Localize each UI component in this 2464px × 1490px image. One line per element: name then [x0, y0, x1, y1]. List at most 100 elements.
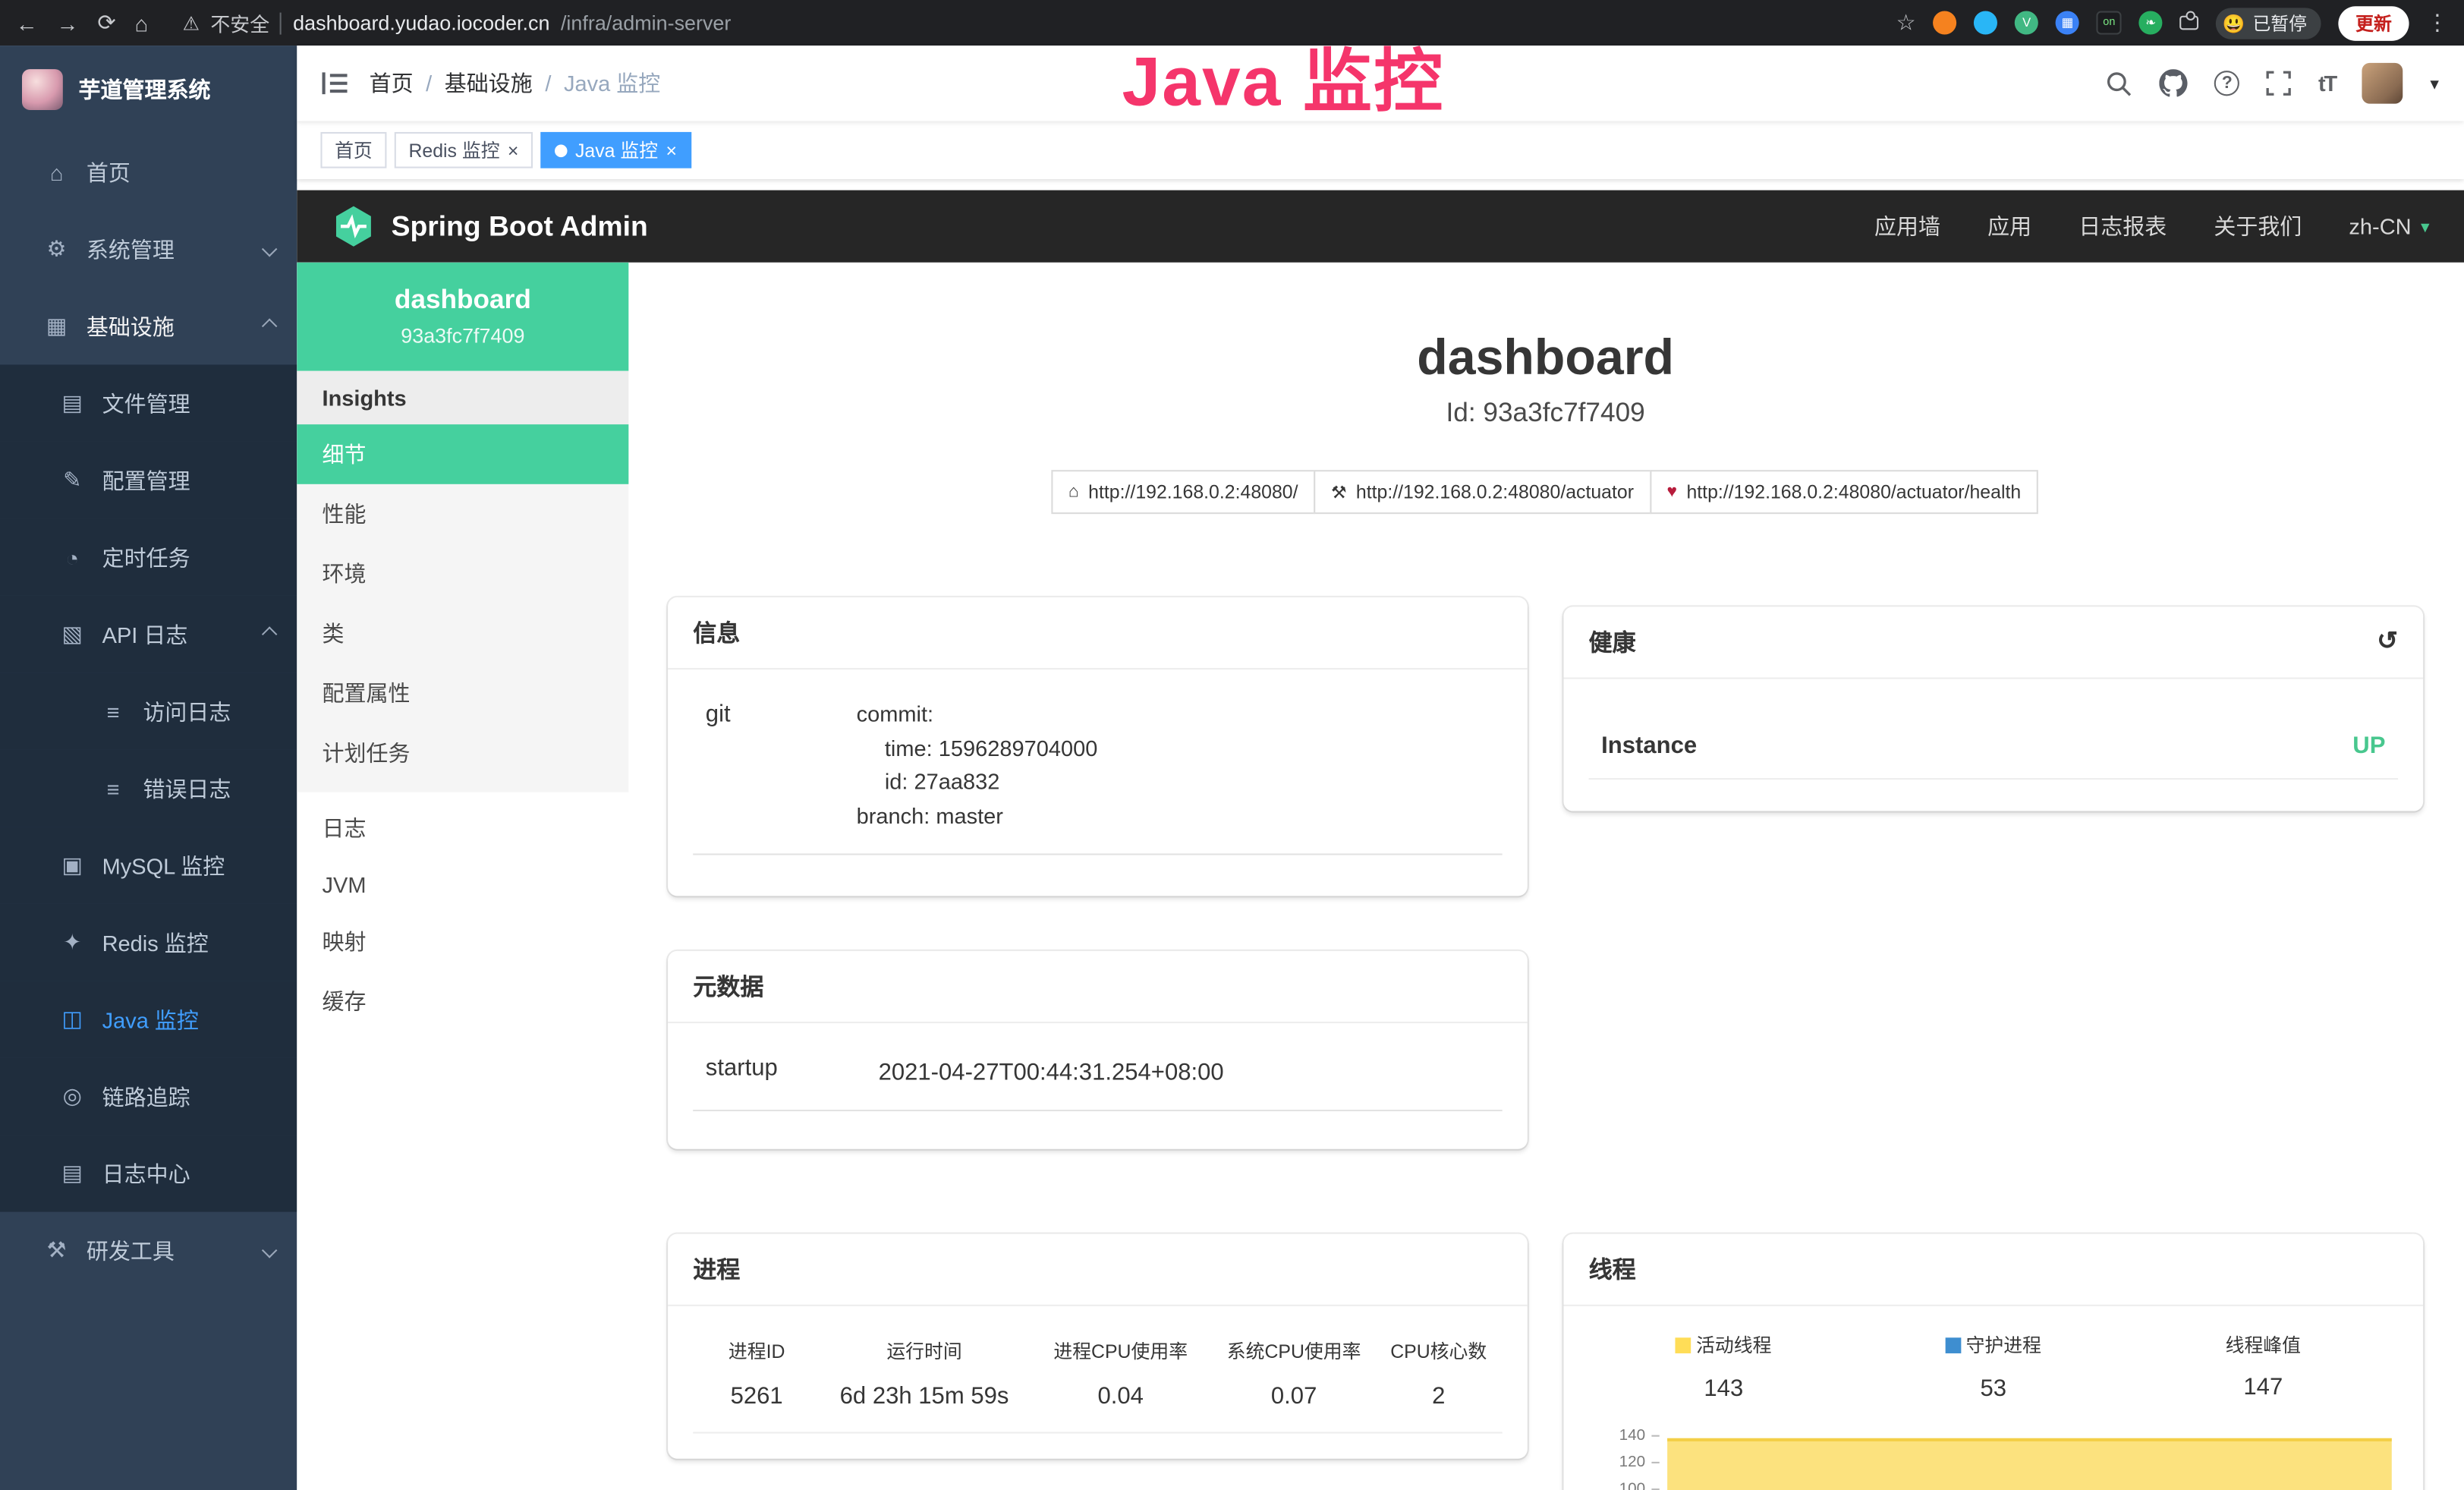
vue-devtools-icon[interactable]: V: [2015, 11, 2038, 34]
actuator-url-link[interactable]: ⚒ http://192.168.0.2:48080/actuator: [1314, 470, 1651, 514]
redis-icon: ✦: [60, 929, 85, 956]
chevron-up-icon: [262, 318, 277, 333]
sba-item-details[interactable]: 细节: [297, 424, 628, 484]
paused-badge[interactable]: 😃 已暂停: [2216, 7, 2321, 38]
chrome-update-button[interactable]: 更新: [2338, 5, 2409, 40]
yudao-sidebar: 芋道管理系统 ⌂ 首页 ⚙ 系统管理 ▦ 基础设施 ▤ 文件管理 ✎: [0, 46, 297, 1490]
nav-about[interactable]: 关于我们: [2214, 210, 2302, 241]
blue-swatch-icon: [1946, 1337, 1962, 1353]
sidebar-item-mysql-monitor[interactable]: ▣ MySQL 监控: [0, 827, 297, 903]
instance-id-line: Id: 93a3fc7f7409: [668, 398, 2423, 429]
tab-java-monitor[interactable]: Java 监控 ×: [540, 132, 691, 169]
sidebar-item-label: 基础设施: [87, 310, 175, 342]
y-tick: 100: [1598, 1480, 1645, 1490]
nav-journal[interactable]: 日志报表: [2079, 210, 2167, 241]
search-icon[interactable]: [2106, 70, 2132, 96]
orange-extension-icon[interactable]: [1933, 11, 1956, 34]
sba-item-environment[interactable]: 环境: [297, 543, 628, 603]
sidebar-item-label: API 日志: [102, 619, 188, 650]
sba-item-classes[interactable]: 类: [297, 603, 628, 663]
document-icon: ▤: [60, 1160, 85, 1186]
tab-home[interactable]: 首页: [320, 132, 386, 169]
fullscreen-icon[interactable]: [2267, 71, 2292, 96]
close-icon[interactable]: ×: [508, 139, 519, 161]
help-icon[interactable]: ?: [2214, 71, 2239, 96]
sidebar-item-file-mgmt[interactable]: ▤ 文件管理: [0, 364, 297, 441]
browser-home-icon[interactable]: ⌂: [135, 10, 149, 35]
blue-extension-icon[interactable]: [1974, 11, 1997, 34]
threads-legend: 活动线程 143 守护进程 53 线程峰值: [1589, 1331, 2398, 1401]
sidebar-item-label: Redis 监控: [102, 927, 209, 958]
app-logo[interactable]: 芋道管理系统: [0, 46, 297, 134]
col-value: 6d 23h 15m 59s: [826, 1383, 1021, 1410]
health-card: 健康 ↺ Instance UP: [1563, 606, 2423, 811]
avatar-caret-icon[interactable]: ▾: [2430, 73, 2438, 93]
chevron-down-icon: ▾: [2421, 216, 2429, 237]
sidebar-item-system-mgmt[interactable]: ⚙ 系统管理: [0, 210, 297, 287]
sidebar-item-api-logs[interactable]: ▧ API 日志: [0, 596, 297, 673]
sidebar-item-dev-tools[interactable]: ⚒ 研发工具: [0, 1212, 297, 1289]
address-bar[interactable]: ⚠ 不安全 dashboard.yudao.iocoder.cn/infra/a…: [183, 8, 732, 37]
sidebar-item-tracing[interactable]: ◎ 链路追踪: [0, 1058, 297, 1135]
sidebar-item-label: Java 监控: [102, 1003, 199, 1035]
sidebar-item-log-center[interactable]: ▤ 日志中心: [0, 1135, 297, 1211]
sidebar-item-scheduled-jobs[interactable]: ◔ 定时任务: [0, 518, 297, 595]
grid-extension-icon[interactable]: ▦: [2056, 11, 2079, 34]
col-header: 运行时间: [826, 1337, 1021, 1364]
sba-item-logs[interactable]: 日志: [297, 799, 628, 858]
bookmark-star-icon[interactable]: ☆: [1896, 9, 1916, 36]
locale-selector[interactable]: zh-CN ▾: [2349, 214, 2429, 239]
sidebar-item-infrastructure[interactable]: ▦ 基础设施: [0, 288, 297, 364]
sba-item-metrics[interactable]: 性能: [297, 484, 628, 544]
sidebar-item-error-logs[interactable]: ≡ 错误日志: [0, 750, 297, 827]
process-col-cores: CPU核心数 2: [1375, 1331, 1503, 1410]
sba-item-jvm[interactable]: JVM: [297, 858, 628, 912]
breadcrumb-home[interactable]: 首页: [370, 68, 414, 99]
tab-redis-monitor[interactable]: Redis 监控 ×: [395, 132, 533, 169]
col-value: 0.04: [1034, 1383, 1207, 1410]
legend-label: 线程峰值: [2226, 1331, 2301, 1358]
breadcrumb-infrastructure[interactable]: 基础设施: [445, 68, 533, 99]
sidebar-item-home[interactable]: ⌂ 首页: [0, 134, 297, 210]
git-commit-line: commit:: [857, 698, 1490, 732]
link-label: http://192.168.0.2:48080/: [1088, 481, 1298, 503]
leaf-extension-icon[interactable]: ❧: [2139, 11, 2163, 34]
nav-wallboard[interactable]: 应用墙: [1874, 210, 1940, 241]
sidebar-item-access-logs[interactable]: ≡ 访问日志: [0, 673, 297, 749]
y-tick: 140: [1598, 1426, 1645, 1444]
font-size-icon[interactable]: tT: [2318, 71, 2336, 96]
sidebar-item-config-mgmt[interactable]: ✎ 配置管理: [0, 442, 297, 518]
sidebar-item-redis-monitor[interactable]: ✦ Redis 监控: [0, 904, 297, 981]
browser-menu-kebab-icon[interactable]: ⋮: [2426, 9, 2448, 36]
java-monitor-icon: ◫: [60, 1006, 85, 1032]
cards-grid: 信息 git commit: time: 1596289704000 id: 2: [668, 597, 2423, 1490]
github-icon[interactable]: [2160, 69, 2188, 97]
y-tickline: [1651, 1435, 1659, 1436]
sba-brand[interactable]: Spring Boot Admin: [332, 204, 648, 248]
reload-icon[interactable]: ⟳: [97, 9, 115, 36]
warning-icon: ⚠: [183, 12, 200, 34]
back-icon[interactable]: ←: [16, 10, 38, 35]
process-col-cpu: 进程CPU使用率 0.04: [1028, 1331, 1213, 1410]
sba-item-scheduled-tasks[interactable]: 计划任务: [297, 723, 628, 783]
close-icon[interactable]: ×: [666, 139, 677, 161]
sidebar-item-java-monitor[interactable]: ◫ Java 监控: [0, 981, 297, 1057]
sidebar-item-label: MySQL 监控: [102, 849, 225, 880]
sba-item-config-props[interactable]: 配置属性: [297, 663, 628, 723]
legend-value: 53: [1858, 1375, 2128, 1401]
sba-item-caches[interactable]: 缓存: [297, 972, 628, 1032]
sidebar-toggle-icon[interactable]: [323, 72, 348, 94]
user-avatar[interactable]: [2362, 63, 2403, 104]
instance-header[interactable]: dashboard 93a3fc7f7409: [297, 263, 628, 371]
forward-icon[interactable]: →: [57, 10, 79, 35]
extensions-puzzle-icon[interactable]: [2180, 16, 2199, 30]
service-url-link[interactable]: ⌂ http://192.168.0.2:48080/: [1051, 470, 1315, 514]
switch-on-extension-icon[interactable]: on: [2097, 11, 2122, 34]
sba-item-mappings[interactable]: 映射: [297, 912, 628, 972]
history-icon[interactable]: ↺: [2377, 629, 2398, 654]
health-url-link[interactable]: ♥ http://192.168.0.2:48080/actuator/heal…: [1650, 470, 2038, 514]
home-icon: ⌂: [44, 159, 69, 184]
legend-peak-threads: 线程峰值 147: [2129, 1331, 2398, 1401]
insights-section-label: Insights: [297, 371, 628, 424]
nav-applications[interactable]: 应用: [1987, 210, 2031, 241]
